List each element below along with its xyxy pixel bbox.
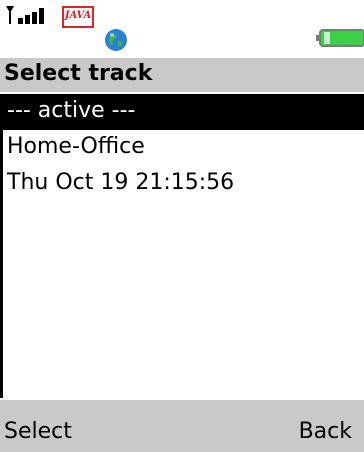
softkey-bar: Select Back: [0, 400, 364, 452]
java-label: JAVA: [64, 10, 92, 21]
list-item-home-office[interactable]: Home-Office: [3, 130, 364, 166]
globe-icon: [105, 29, 127, 51]
page-title: Select track: [4, 61, 153, 86]
status-bar: JAVA: [0, 0, 364, 59]
battery-icon: [316, 29, 364, 47]
phone-screen: JAVA Select track --- active --- Home-Of…: [0, 0, 364, 452]
title-bar: Select track: [0, 58, 364, 92]
list-item-active[interactable]: --- active ---: [3, 94, 364, 130]
java-icon: JAVA: [62, 6, 94, 28]
select-softkey[interactable]: Select: [4, 418, 72, 446]
signal-icon: [6, 6, 44, 24]
track-list[interactable]: --- active --- Home-Office Thu Oct 19 21…: [0, 94, 364, 398]
back-softkey[interactable]: Back: [299, 418, 352, 446]
list-item-timestamp[interactable]: Thu Oct 19 21:15:56: [3, 166, 364, 202]
